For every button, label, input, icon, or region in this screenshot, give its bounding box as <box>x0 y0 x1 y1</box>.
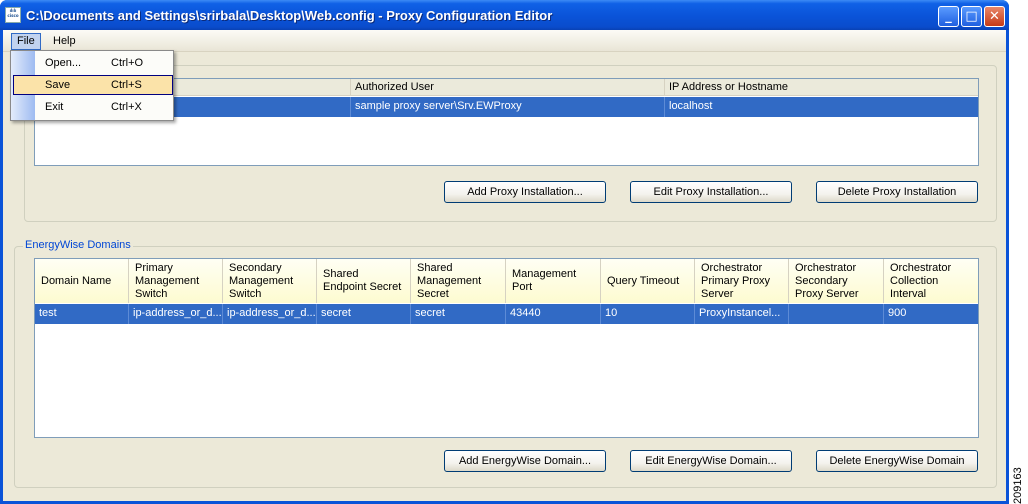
cell-primary-proxy: ProxyInstancel... <box>695 304 789 324</box>
cell-management-port: 43440 <box>506 304 601 324</box>
energywise-domains-label: EnergyWise Domains <box>23 239 133 251</box>
menu-item-label: Open... <box>45 57 82 69</box>
cell-endpoint-secret: secret <box>317 304 411 324</box>
menu-help[interactable]: Help <box>47 33 82 50</box>
cell-management-secret: secret <box>411 304 506 324</box>
column-header-primary-switch[interactable]: Primary Management Switch <box>129 259 223 303</box>
minimize-button[interactable]: _ <box>938 6 959 27</box>
delete-energywise-domain-button[interactable]: Delete EnergyWise Domain <box>816 450 978 472</box>
delete-proxy-installation-button[interactable]: Delete Proxy Installation <box>816 181 978 203</box>
column-header-ip-address[interactable]: IP Address or Hostname <box>665 79 978 96</box>
add-proxy-installation-button[interactable]: Add Proxy Installation... <box>444 181 606 203</box>
menu-item-open[interactable]: Open... Ctrl+O <box>13 53 173 73</box>
domains-list-header: Domain Name Primary Management Switch Se… <box>35 259 978 303</box>
column-header-management-port[interactable]: Management Port <box>506 259 601 303</box>
column-header-secondary-proxy[interactable]: Orchestrator Secondary Proxy Server <box>789 259 884 303</box>
column-header-collection-interval[interactable]: Orchestrator Collection Interval <box>884 259 978 303</box>
window-title: C:\Documents and Settings\srirbala\Deskt… <box>26 8 553 23</box>
figure-number: 209163 <box>1012 467 1024 504</box>
cell-secondary-proxy <box>789 304 884 324</box>
menu-bar: File Help <box>3 30 1006 52</box>
edit-energywise-domain-button[interactable]: Edit EnergyWise Domain... <box>630 450 792 472</box>
menu-item-save[interactable]: Save Ctrl+S <box>13 75 173 95</box>
cisco-logo-icon[interactable]: ılılı cisco <box>5 7 21 23</box>
cell-ip-address: localhost <box>669 100 713 112</box>
edit-proxy-installation-button[interactable]: Edit Proxy Installation... <box>630 181 792 203</box>
cell-query-timeout: 10 <box>601 304 695 324</box>
proxy-installations-list[interactable]: Authorized User IP Address or Hostname s… <box>34 78 979 166</box>
proxy-list-header: Authorized User IP Address or Hostname <box>35 79 978 96</box>
maximize-button[interactable]: □ <box>961 6 982 27</box>
menu-file[interactable]: File <box>11 33 41 50</box>
cell-collection-interval: 900 <box>888 307 907 319</box>
menu-item-shortcut: Ctrl+X <box>111 101 142 113</box>
energywise-domains-list[interactable]: Domain Name Primary Management Switch Se… <box>34 258 979 438</box>
cell-primary-switch: ip-address_or_d... <box>129 304 223 324</box>
menu-item-shortcut: Ctrl+S <box>111 79 142 91</box>
cell-secondary-switch: ip-address_or_d... <box>223 304 317 324</box>
menu-item-label: Save <box>45 79 71 91</box>
column-header-primary-proxy[interactable]: Orchestrator Primary Proxy Server <box>695 259 789 303</box>
close-button[interactable]: ✕ <box>984 6 1005 27</box>
column-header-domain-name[interactable]: Domain Name <box>35 259 129 303</box>
column-header-secondary-switch[interactable]: Secondary Management Switch <box>223 259 317 303</box>
menu-item-label: Exit <box>45 101 64 113</box>
title-bar[interactable]: ılılı cisco C:\Documents and Settings\sri… <box>0 0 1009 30</box>
column-header-management-secret[interactable]: Shared Management Secret <box>411 259 506 303</box>
cell-authorized-user: sample proxy server\Srv.EWProxy <box>351 97 665 117</box>
column-header-authorized-user[interactable]: Authorized User <box>351 79 665 96</box>
table-row[interactable]: sample proxy server\Srv.EWProxy localhos… <box>35 97 978 117</box>
cell-domain-name: test <box>35 304 129 324</box>
menu-item-shortcut: Ctrl+O <box>111 57 144 69</box>
table-row[interactable]: test ip-address_or_d... ip-address_or_d.… <box>35 304 978 324</box>
column-header-query-timeout[interactable]: Query Timeout <box>601 259 695 303</box>
file-menu-dropdown: Open... Ctrl+O Save Ctrl+S Exit Ctrl+X <box>10 50 174 121</box>
menu-item-exit[interactable]: Exit Ctrl+X <box>13 97 173 117</box>
column-header-endpoint-secret[interactable]: Shared Endpoint Secret <box>317 259 411 303</box>
add-energywise-domain-button[interactable]: Add EnergyWise Domain... <box>444 450 606 472</box>
